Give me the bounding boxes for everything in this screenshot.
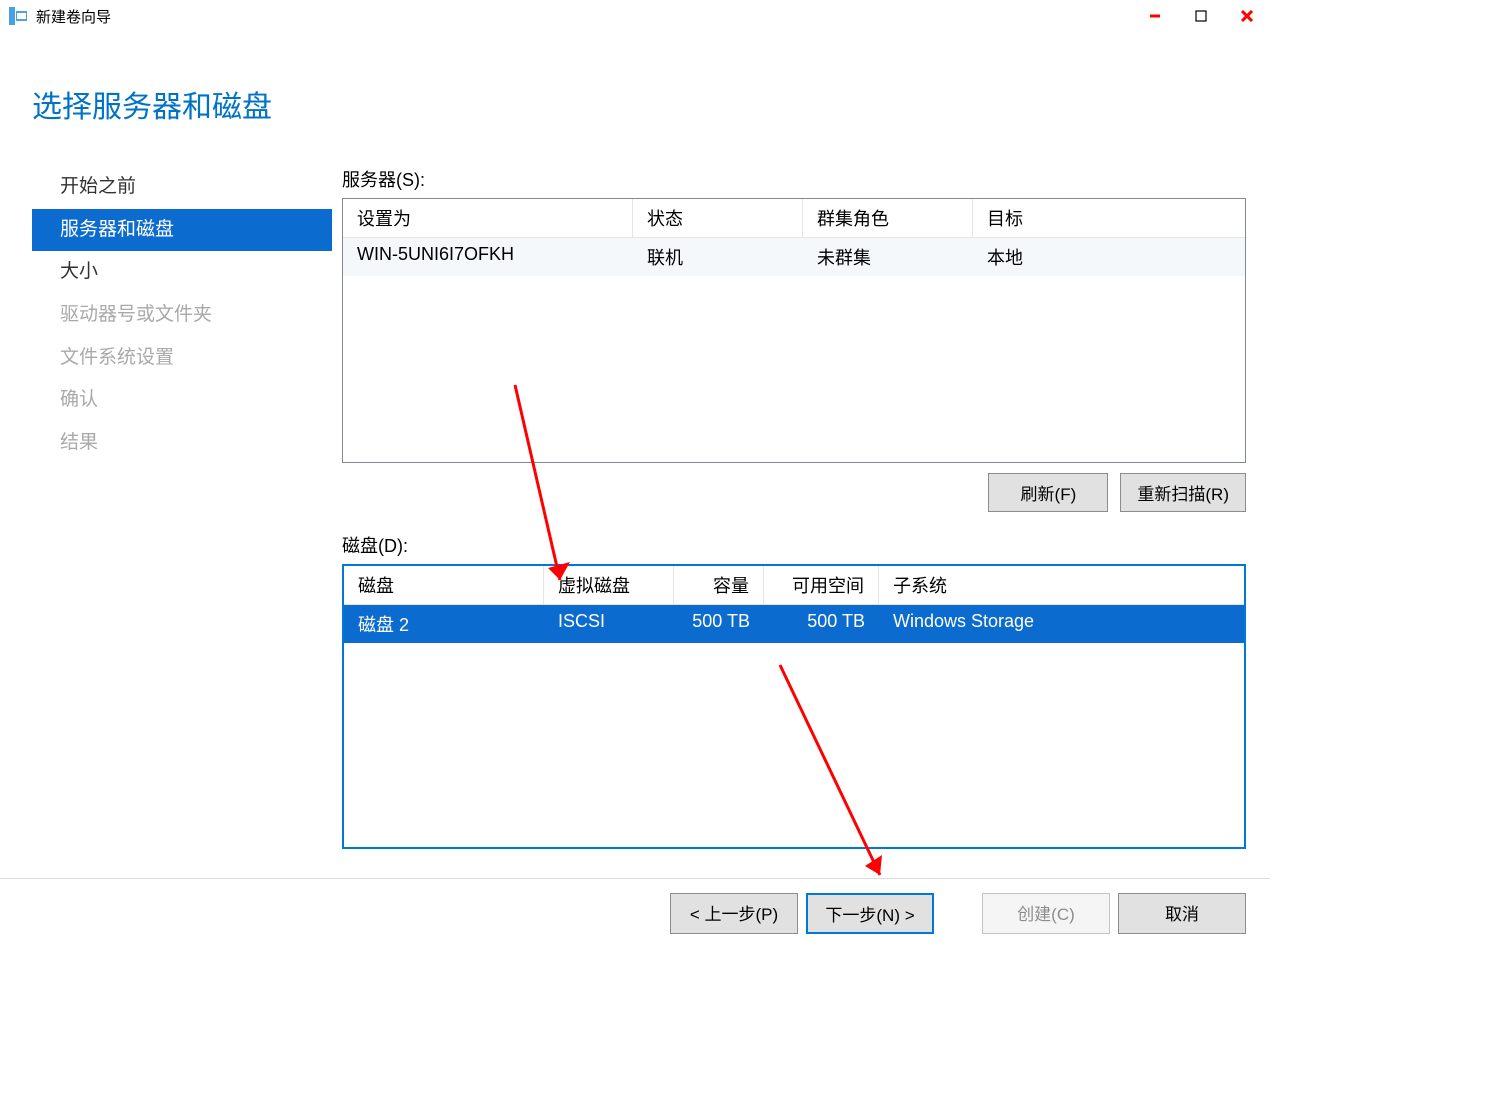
rescan-button[interactable]: 重新扫描(R) — [1120, 473, 1246, 512]
disks-col-vdisk[interactable]: 虚拟磁盘 — [544, 566, 674, 604]
servers-row[interactable]: WIN-5UNI6I7OFKH 联机 未群集 本地 — [343, 238, 1245, 276]
disks-col-subsystem[interactable]: 子系统 — [879, 566, 1244, 604]
sidebar-item-result: 结果 — [32, 422, 332, 465]
servers-col-provision[interactable]: 设置为 — [343, 199, 633, 237]
disks-cell-capacity: 500 TB — [674, 605, 764, 643]
wizard-steps-sidebar: 开始之前 服务器和磁盘 大小 驱动器号或文件夹 文件系统设置 确认 结果 — [32, 166, 342, 849]
servers-cell-provision: WIN-5UNI6I7OFKH — [343, 238, 633, 276]
refresh-button[interactable]: 刷新(F) — [988, 473, 1108, 512]
servers-list[interactable]: 设置为 状态 群集角色 目标 WIN-5UNI6I7OFKH 联机 未群集 本地 — [342, 198, 1246, 463]
maximize-button[interactable] — [1178, 0, 1224, 32]
disks-cell-vdisk: ISCSI — [544, 605, 674, 643]
disks-cell-free: 500 TB — [764, 605, 879, 643]
sidebar-item-confirm: 确认 — [32, 379, 332, 422]
servers-col-cluster[interactable]: 群集角色 — [803, 199, 973, 237]
page-heading: 选择服务器和磁盘 — [32, 82, 1270, 126]
previous-button[interactable]: < 上一步(P) — [670, 893, 798, 934]
cancel-button[interactable]: 取消 — [1118, 893, 1246, 934]
window-title: 新建卷向导 — [36, 6, 111, 27]
servers-cell-cluster: 未群集 — [803, 238, 973, 276]
wizard-footer: < 上一步(P) 下一步(N) > 创建(C) 取消 — [0, 878, 1270, 948]
servers-header-row: 设置为 状态 群集角色 目标 — [343, 199, 1245, 238]
sidebar-item-size[interactable]: 大小 — [32, 251, 332, 294]
close-button[interactable] — [1224, 0, 1270, 32]
app-icon — [8, 6, 28, 26]
disks-cell-subsystem: Windows Storage — [879, 605, 1244, 643]
sidebar-item-drive-letter: 驱动器号或文件夹 — [32, 294, 332, 337]
servers-cell-status: 联机 — [633, 238, 803, 276]
servers-cell-target: 本地 — [973, 238, 1245, 276]
disks-col-free[interactable]: 可用空间 — [764, 566, 879, 604]
sidebar-item-filesystem: 文件系统设置 — [32, 337, 332, 380]
servers-col-status[interactable]: 状态 — [633, 199, 803, 237]
create-button: 创建(C) — [982, 893, 1110, 934]
sidebar-item-server-disk[interactable]: 服务器和磁盘 — [32, 209, 332, 252]
disks-label: 磁盘(D): — [342, 532, 1246, 558]
disks-header-row: 磁盘 虚拟磁盘 容量 可用空间 子系统 — [344, 566, 1244, 605]
disks-col-capacity[interactable]: 容量 — [674, 566, 764, 604]
disks-list[interactable]: 磁盘 虚拟磁盘 容量 可用空间 子系统 磁盘 2 ISCSI 500 TB 50… — [342, 564, 1246, 849]
disks-col-disk[interactable]: 磁盘 — [344, 566, 544, 604]
next-button[interactable]: 下一步(N) > — [806, 893, 934, 934]
servers-col-target[interactable]: 目标 — [973, 199, 1245, 237]
titlebar: 新建卷向导 — [0, 0, 1270, 32]
disks-row[interactable]: 磁盘 2 ISCSI 500 TB 500 TB Windows Storage — [344, 605, 1244, 643]
disks-cell-disk: 磁盘 2 — [344, 605, 544, 643]
servers-label: 服务器(S): — [342, 166, 1246, 192]
window-controls — [1132, 0, 1270, 32]
minimize-button[interactable] — [1132, 0, 1178, 32]
sidebar-item-before-begin[interactable]: 开始之前 — [32, 166, 332, 209]
